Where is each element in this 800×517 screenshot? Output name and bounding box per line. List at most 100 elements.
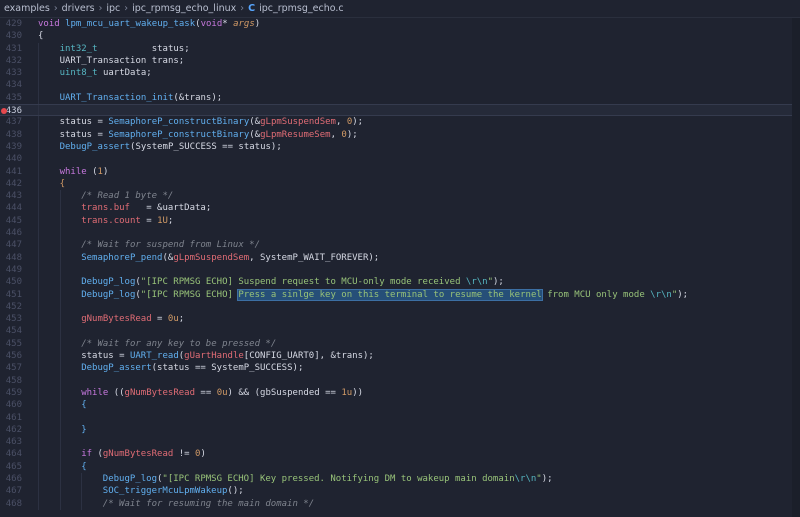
code-line[interactable]: 461	[0, 411, 800, 424]
code-text: DebugP_log("[IPC RPMSG ECHO] Press a sin…	[81, 288, 688, 301]
indent-guide	[38, 54, 39, 68]
code-token: /* Wait for resuming the main domain */	[102, 498, 315, 509]
code-line[interactable]: 465 {	[0, 460, 800, 473]
code-token: ((	[108, 387, 125, 398]
code-line[interactable]: 453 gNumBytesRead = 0u;	[0, 313, 800, 326]
code-line[interactable]: 429 void lpm_mcu_uart_wakeup_task(void* a…	[0, 18, 800, 30]
line-number: 466	[5, 473, 22, 484]
code-line[interactable]: 432 UART_Transaction trans;	[0, 54, 800, 68]
indent-guide	[38, 276, 39, 289]
code-line[interactable]: 463	[0, 436, 800, 449]
code-token: (&	[249, 117, 261, 128]
code-token: , SystemP_WAIT_FOREVER);	[249, 252, 380, 263]
line-number: 458	[5, 375, 22, 386]
code-line[interactable]: 440	[0, 153, 800, 166]
indent-guide	[59, 411, 61, 424]
code-line[interactable]: 462}	[0, 423, 800, 437]
code-line[interactable]: 457 DebugP_assert(status == SystemP_SUCCE…	[0, 362, 800, 375]
indent-guide	[38, 153, 39, 166]
code-line[interactable]: 439 DebugP_assert(SystemP_SUCCESS == stat…	[0, 140, 800, 154]
code-line[interactable]: 458	[0, 374, 800, 387]
code-text: {	[81, 461, 86, 473]
code-token: trans.count	[81, 215, 141, 226]
vertical-scrollbar[interactable]	[792, 18, 800, 517]
breadcrumb-item-project[interactable]: ipc_rpmsg_echo_linux	[132, 3, 236, 14]
indent-guide	[38, 91, 39, 105]
indent-guide	[59, 190, 61, 203]
code-line[interactable]: 442 {	[0, 177, 800, 191]
indent-guide	[59, 460, 61, 473]
code-text: if (gNumBytesRead != 0)	[81, 448, 206, 460]
code-line[interactable]: 438 status = SemaphoreP_constructBinary(&…	[0, 128, 800, 141]
breadcrumb-item-examples[interactable]: examples	[4, 3, 50, 14]
indent-guide	[59, 423, 61, 437]
code-line[interactable]: 459 while ((gNumBytesRead == 0u) && (gbSu…	[0, 386, 800, 400]
code-token: "[IPC RPMSG ECHO] Key pressed. Notifying…	[162, 473, 515, 484]
code-line[interactable]: 445 trans.count = 1U;	[0, 214, 800, 228]
code-token: /* Read 1 byte */	[81, 191, 174, 202]
code-token: (status == SystemP_SUCCESS);	[151, 363, 304, 374]
line-number: 439	[5, 141, 22, 152]
code-line[interactable]: 441 while (1)	[0, 165, 800, 178]
code-line[interactable]: 449	[0, 263, 800, 277]
code-token: (SystemP_SUCCESS == status);	[130, 141, 282, 152]
code-line[interactable]: 452	[0, 300, 800, 314]
line-number: 461	[5, 412, 22, 423]
code-line[interactable]: 446	[0, 227, 800, 240]
code-token: args	[233, 19, 255, 29]
indent-guide	[59, 472, 61, 486]
code-line[interactable]: 443 /* Read 1 byte */	[0, 190, 800, 203]
code-token: {	[81, 400, 87, 411]
code-line[interactable]: 451 DebugP_log("[IPC RPMSG ECHO] Press a …	[0, 288, 800, 301]
code-line[interactable]: 466 DebugP_log("[IPC RPMSG ECHO] Key pres…	[0, 472, 800, 486]
indent-guide	[38, 239, 39, 252]
code-text: while (1)	[60, 166, 109, 178]
code-token: UART_Transaction trans;	[59, 55, 185, 66]
indent-guide	[38, 227, 39, 240]
indent-guide	[59, 239, 61, 252]
code-token: (&	[162, 252, 174, 263]
indent-guide	[38, 411, 39, 424]
code-token: [CONFIG_UART0], &trans);	[243, 351, 374, 362]
code-line[interactable]: 456 status = UART_read(gUartHandle[CONFIG…	[0, 350, 800, 363]
indent-guide	[38, 42, 39, 55]
indent-guide	[38, 386, 39, 400]
code-line[interactable]: 431 int32_t status;	[0, 42, 800, 55]
code-line[interactable]: 437 status = SemaphoreP_constructBinary(&…	[0, 116, 800, 129]
code-line[interactable]: 447 /* Wait for suspend from Linux */	[0, 239, 800, 252]
line-number: 463	[5, 437, 22, 448]
code-token: 0u	[167, 314, 179, 325]
indent-guide	[38, 263, 39, 277]
indent-guide	[59, 436, 61, 449]
code-line[interactable]: 455 /* Wait for any key to be pressed */	[0, 337, 800, 351]
code-line[interactable]: 436	[0, 104, 800, 117]
code-token: gNumBytesRead	[124, 387, 195, 398]
code-token: while	[81, 387, 109, 398]
code-text: /* Read 1 byte */	[81, 190, 173, 202]
code-line[interactable]: 460 {	[0, 399, 800, 412]
code-token: SOC_triggerMcuLpmWakeup	[102, 486, 228, 497]
indent-guide	[38, 460, 39, 473]
code-line[interactable]: 464 if (gNumBytesRead != 0)	[0, 448, 800, 461]
line-number: 446	[5, 228, 22, 239]
code-line[interactable]: 430 {	[0, 30, 800, 42]
code-token: )	[102, 166, 109, 177]
code-token: *	[222, 19, 234, 29]
breadcrumb-item-ipc[interactable]: ipc	[106, 3, 120, 14]
code-line[interactable]: 454	[0, 325, 800, 338]
code-line[interactable]: 467 SOC_triggerMcuLpmWakeup();	[0, 485, 800, 498]
code-text: {	[60, 178, 65, 190]
breadcrumb-item-drivers[interactable]: drivers	[62, 3, 95, 14]
line-number: 457	[5, 363, 22, 374]
code-line[interactable]: 450 DebugP_log("[IPC RPMSG ECHO] Suspend …	[0, 276, 800, 289]
code-token: (&	[249, 129, 261, 140]
code-token: }	[81, 424, 87, 435]
code-line[interactable]: 433 uint8_t uartData;	[0, 67, 800, 80]
code-line[interactable]: 444 trans.buf = &uartData;	[0, 202, 800, 215]
code-line[interactable]: 448 SemaphoreP_pend(&gLpmSuspendSem, Syst…	[0, 251, 800, 264]
code-editor[interactable]: 429 void lpm_mcu_uart_wakeup_task(void* a…	[0, 18, 800, 517]
code-line[interactable]: 435 UART_Transaction_init(&trans);	[0, 91, 800, 105]
code-line[interactable]: 468 /* Wait for resuming the main domain …	[0, 497, 800, 510]
breadcrumb-file[interactable]: ipc_rpmsg_echo.c	[259, 3, 344, 14]
code-line[interactable]: 434	[0, 79, 800, 92]
